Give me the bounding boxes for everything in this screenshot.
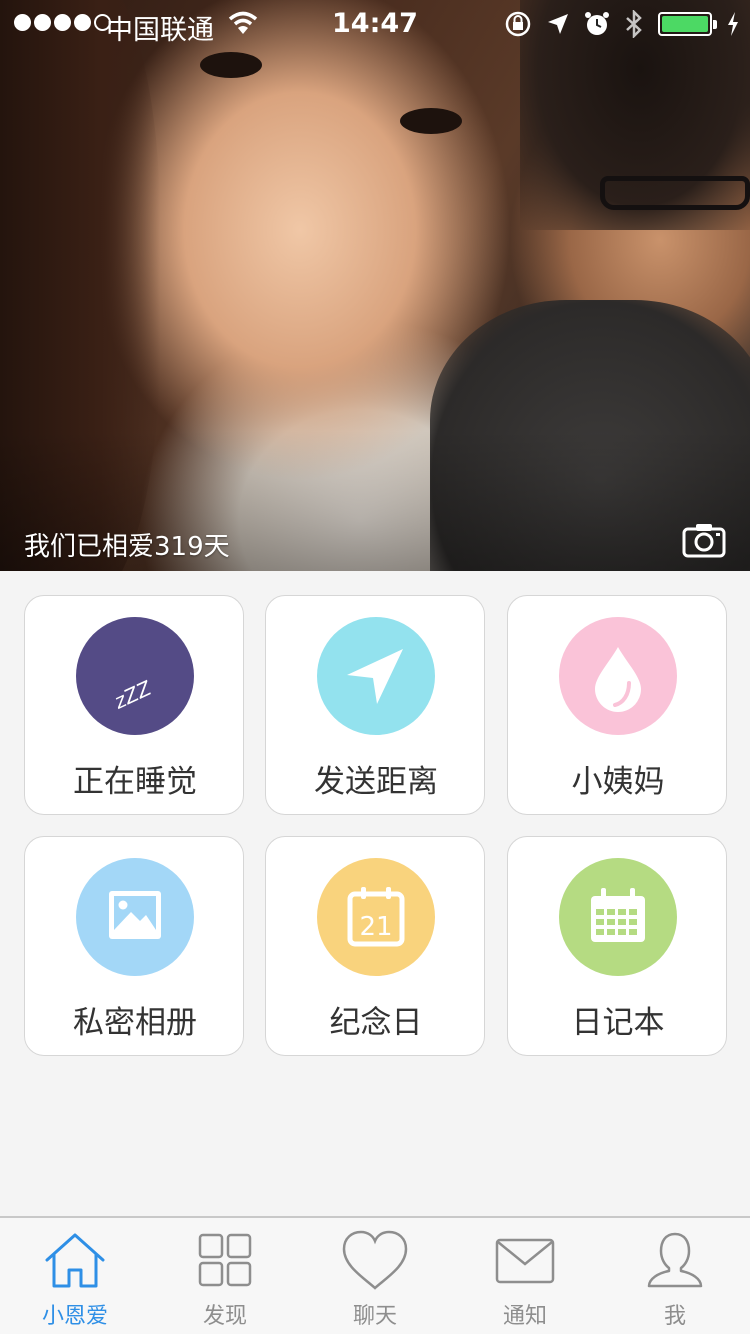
calendar-grid-icon [559,858,677,976]
feature-send-distance[interactable]: 发送距离 [265,595,485,815]
tab-discover[interactable]: 发现 [150,1218,300,1334]
envelope-icon [495,1238,555,1284]
feature-period-tracker[interactable]: 小姨妈 [507,595,727,815]
feature-private-album[interactable]: 私密相册 [24,836,244,1056]
heart-icon [342,1230,408,1290]
location-arrow-icon [317,617,435,735]
person-icon [647,1232,703,1288]
svg-text:zZZ: zZZ [110,675,157,714]
grid-icon [198,1233,252,1287]
tab-home[interactable]: 小恩爱 [0,1218,150,1334]
rotation-lock-icon [505,11,531,37]
couple-cover-photo[interactable] [0,0,750,571]
feature-label: 小姨妈 [571,764,665,800]
tab-label: 小恩爱 [41,1304,108,1329]
feature-label: 正在睡觉 [73,764,197,800]
camera-icon[interactable] [682,522,726,558]
drop-icon [559,617,677,735]
tab-label: 我 [663,1304,686,1329]
tab-label: 通知 [502,1304,547,1329]
status-bar: 中国联通 14:47 [0,0,750,50]
tab-label: 聊天 [352,1304,397,1329]
feature-diary[interactable]: 日记本 [507,836,727,1056]
battery-icon [658,12,717,36]
feature-label: 纪念日 [329,1005,423,1041]
svg-text:21: 21 [359,912,392,942]
feature-label: 日记本 [571,1005,665,1041]
charging-icon [728,12,738,36]
sleep-zzz-icon: zZZ [76,617,194,735]
photo-icon [76,858,194,976]
tab-bar: 小恩爱 发现 聊天 通知 我 [0,1216,750,1334]
days-together-label: 我们已相爱319天 [24,532,230,562]
photo-shape [400,108,462,134]
feature-sleeping[interactable]: zZZ 正在睡觉 [24,595,244,815]
feature-label: 发送距离 [314,764,438,800]
tab-label: 发现 [202,1304,247,1329]
tab-me[interactable]: 我 [600,1218,750,1334]
photo-shape [600,176,750,210]
feature-label: 私密相册 [73,1005,197,1041]
feature-anniversary[interactable]: 21 纪念日 [265,836,485,1056]
location-icon [548,14,568,34]
home-icon [45,1233,105,1288]
bluetooth-icon [626,10,642,38]
alarm-icon [585,12,609,35]
tab-notifications[interactable]: 通知 [450,1218,600,1334]
tab-chat[interactable]: 聊天 [300,1218,450,1334]
calendar-21-icon: 21 [317,858,435,976]
photo-shape [200,52,262,78]
